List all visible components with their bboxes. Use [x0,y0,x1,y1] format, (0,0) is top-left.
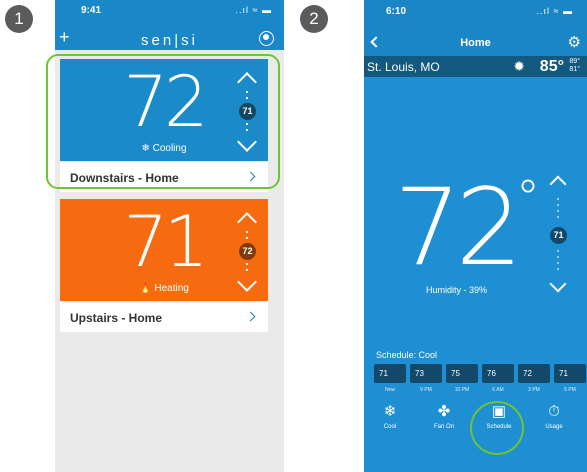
step-badge-1: 1 [5,5,33,33]
high-temperature: 89° [569,58,580,65]
dots-divider [557,198,559,220]
outdoor-temperature: 85° [539,58,564,75]
app-header: 6:10 ..ıl ≈ ▬ Home ⚙ [364,0,587,56]
fan-icon: ✤ [437,403,451,420]
schedule-item[interactable]: 71 Now [374,364,406,393]
status-time: 6:10 [386,6,407,17]
dots-divider [557,250,559,272]
schedule-value: 76 [482,364,514,383]
bottom-nav-cool[interactable]: ❄ Cool [370,402,410,430]
schedule-item[interactable]: 76 6 AM [482,364,514,393]
schedule-time: 10 PM [454,387,470,393]
bottom-nav-label: Usage [545,424,563,430]
status-icons: ..ıl ≈ ▬ [536,6,573,16]
schedule-item[interactable]: 71 5 PM [554,364,586,393]
thermostat-name: Upstairs - Home [70,311,163,325]
schedule-value: 71 [374,364,406,383]
schedule-item[interactable]: 73 9 PM [410,364,442,393]
low-temperature: 81° [569,66,580,73]
location-label: St. Louis, MO [367,60,440,74]
snowflake-icon: ❄ [383,403,397,420]
app-header: 9:41 ..ıl ≈ ▬ + sen|si [55,0,284,50]
schedule-item[interactable]: 75 10 PM [446,364,478,393]
gear-icon[interactable]: ⚙ [568,35,581,50]
schedule-value: 73 [410,364,442,383]
chevron-right-icon [245,311,256,322]
step-badge-2: 2 [300,5,328,33]
status-time: 9:41 [81,5,102,16]
highlight-outline [46,54,280,189]
chevron-down-icon[interactable] [549,275,567,293]
phone-thermostat-detail: 6:10 ..ıl ≈ ▬ Home ⚙ St. Louis, MO ✹ 85°… [364,0,587,472]
chevron-up-icon[interactable] [549,175,567,193]
page-title: Home [460,37,491,49]
app-logo: sen|si [141,32,198,49]
schedule-time: 6 AM [492,387,504,393]
current-temperature: 71 [123,201,208,283]
profile-icon[interactable] [259,31,274,46]
bottom-nav-usage[interactable]: ⏱ Usage [534,402,574,430]
schedule-time: 9 PM [420,387,432,393]
schedule-value: 75 [446,364,478,383]
timer-icon: ⏱ [548,403,560,420]
degree-symbol: ° [516,170,540,226]
dots-divider [246,231,248,241]
thermostat-display: 71 🔥 Heating 72 [60,199,268,301]
schedule-label: Schedule: Cool [376,350,438,360]
schedule-time: Now [384,387,395,393]
sun-icon: ✹ [513,58,525,74]
mode-label: 🔥 Heating [139,283,189,294]
bottom-nav-fan[interactable]: ✤ Fan On [424,402,464,430]
setpoint-badge: 72 [239,243,256,260]
humidity-label: Humidity - 39% [425,285,488,295]
bottom-nav-label: Fan On [433,424,454,430]
thermostat-card-upstairs[interactable]: 71 🔥 Heating 72 Upstairs - Home [60,199,268,332]
bottom-nav-label: Cool [383,424,397,430]
status-icons: ..ıl ≈ ▬ [235,5,272,15]
current-temperature: 72 [394,166,523,289]
thermostat-name-row[interactable]: Upstairs - Home [60,301,268,332]
schedule-item[interactable]: 72 3 PM [518,364,550,393]
schedule-timeline[interactable]: 71 Now 73 9 PM 75 10 PM 76 6 AM 72 3 PM … [374,364,587,398]
schedule-time: 5 PM [564,387,576,393]
schedule-value: 71 [554,364,586,383]
schedule-value: 72 [518,364,550,383]
weather-bar: St. Louis, MO ✹ 85° 89° 81° [364,56,587,77]
schedule-time: 3 PM [528,387,540,393]
screenshot-canvas: 1 2 9:41 ..ıl ≈ ▬ + sen|si 72 ❄ Cooling … [0,0,587,472]
highlight-circle [470,401,524,455]
setpoint-badge: 71 [550,227,567,244]
